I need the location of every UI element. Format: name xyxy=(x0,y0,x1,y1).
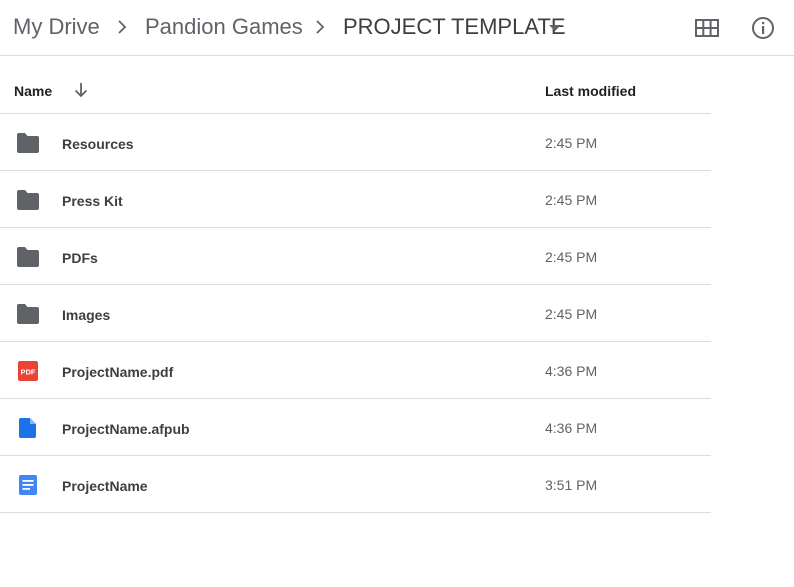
breadcrumb-my-drive[interactable]: My Drive xyxy=(13,13,100,41)
table-row[interactable]: PDF ProjectName.pdf 4:36 PM xyxy=(0,342,711,399)
breadcrumb-current-folder[interactable]: PROJECT TEMPLATE xyxy=(343,13,566,41)
file-name: PDFs xyxy=(62,250,98,266)
top-bar: My Drive Pandion Games PROJECT TEMPLATE xyxy=(0,0,794,56)
file-icon xyxy=(19,418,36,438)
chevron-right-icon xyxy=(316,20,325,34)
folder-icon xyxy=(17,190,39,210)
file-name: Images xyxy=(62,307,111,323)
grid-view-icon[interactable] xyxy=(694,15,720,41)
last-modified: 2:45 PM xyxy=(545,249,598,265)
pdf-icon-label: PDF xyxy=(21,368,36,377)
table-row[interactable]: ProjectName.afpub 4:36 PM xyxy=(0,399,711,456)
info-icon[interactable] xyxy=(750,15,776,41)
pdf-icon: PDF xyxy=(18,361,38,381)
folder-menu-caret-icon[interactable] xyxy=(549,25,561,31)
file-name: ProjectName xyxy=(62,478,148,494)
column-header-name[interactable]: Name xyxy=(14,83,52,99)
google-doc-icon xyxy=(19,475,37,495)
last-modified: 3:51 PM xyxy=(545,477,598,493)
last-modified: 2:45 PM xyxy=(545,306,598,322)
table-row[interactable]: Resources 2:45 PM xyxy=(0,114,711,171)
last-modified: 2:45 PM xyxy=(545,192,598,208)
file-name: Resources xyxy=(62,136,134,152)
arrow-down-icon[interactable] xyxy=(72,81,90,99)
table-row[interactable]: Press Kit 2:45 PM xyxy=(0,171,711,228)
file-name: ProjectName.afpub xyxy=(62,421,190,437)
breadcrumb-pandion-games[interactable]: Pandion Games xyxy=(145,13,303,41)
file-name: ProjectName.pdf xyxy=(62,364,174,380)
table-row[interactable]: PDFs 2:45 PM xyxy=(0,228,711,285)
table-row[interactable]: Images 2:45 PM xyxy=(0,285,711,342)
last-modified: 4:36 PM xyxy=(545,363,598,379)
file-name: Press Kit xyxy=(62,193,123,209)
folder-icon xyxy=(17,304,39,324)
table-row[interactable]: ProjectName 3:51 PM xyxy=(0,456,711,513)
last-modified: 4:36 PM xyxy=(545,420,598,436)
column-header-last-modified[interactable]: Last modified xyxy=(545,83,636,99)
folder-icon xyxy=(17,247,39,267)
chevron-right-icon xyxy=(118,20,127,34)
last-modified: 2:45 PM xyxy=(545,135,598,151)
folder-icon xyxy=(17,133,39,153)
table-header: Name Last modified xyxy=(0,57,711,114)
